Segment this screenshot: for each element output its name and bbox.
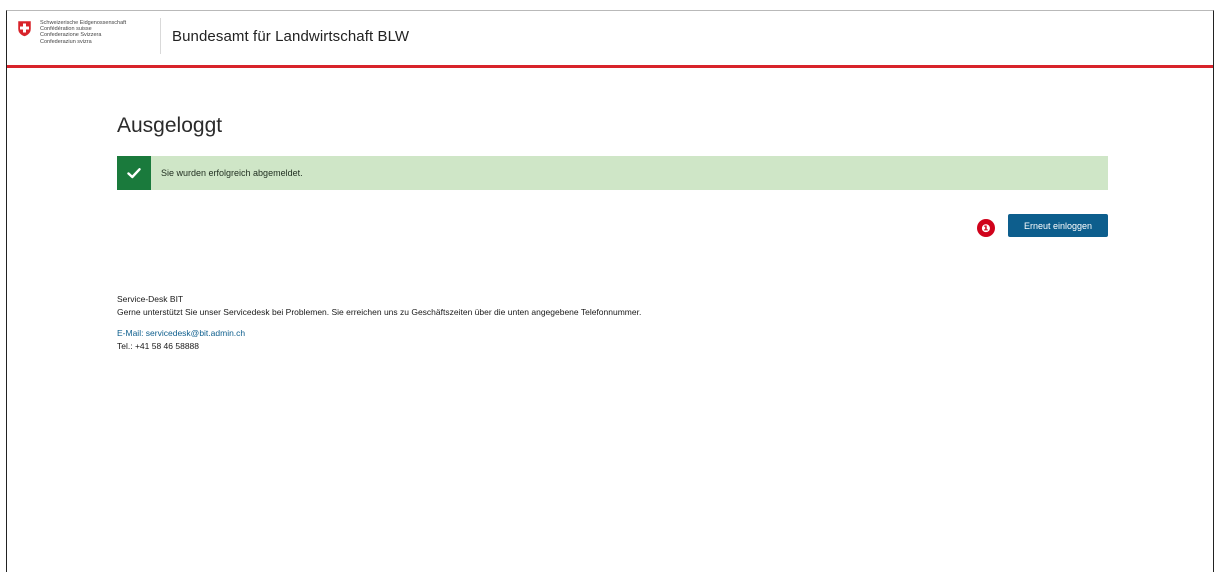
page-title: Ausgeloggt [117, 114, 223, 137]
checkmark-icon [117, 156, 151, 190]
success-alert: Sie wurden erfolgreich abgemeldet. [117, 156, 1108, 190]
browser-viewport: Schweizerische Eidgenossenschaft Confédé… [6, 10, 1214, 572]
relogin-button[interactable]: Erneut einloggen [1008, 214, 1108, 237]
logo-line-rm: Confederaziun svizra [40, 38, 92, 45]
service-desk-phone: Tel.: +41 58 46 58888 [117, 341, 199, 351]
service-desk-description: Gerne unterstützt Sie unser Servicedesk … [117, 307, 642, 317]
site-header: Schweizerische Eidgenossenschaft Confédé… [7, 11, 1213, 68]
service-desk-email-link[interactable]: E-Mail: servicedesk@bit.admin.ch [117, 327, 641, 340]
annotation-marker: ❶ [977, 219, 995, 237]
swiss-shield-icon [17, 20, 32, 37]
service-desk-info: Service-Desk BIT Gerne unterstützt Sie u… [117, 293, 641, 353]
service-desk-title: Service-Desk BIT [117, 294, 184, 304]
header-divider [160, 18, 161, 54]
federal-logo[interactable]: Schweizerische Eidgenossenschaft Confédé… [17, 20, 126, 45]
confederation-names: Schweizerische Eidgenossenschaft Confédé… [40, 20, 126, 45]
alert-message: Sie wurden erfolgreich abgemeldet. [161, 168, 303, 178]
office-title: Bundesamt für Landwirtschaft BLW [172, 28, 410, 45]
